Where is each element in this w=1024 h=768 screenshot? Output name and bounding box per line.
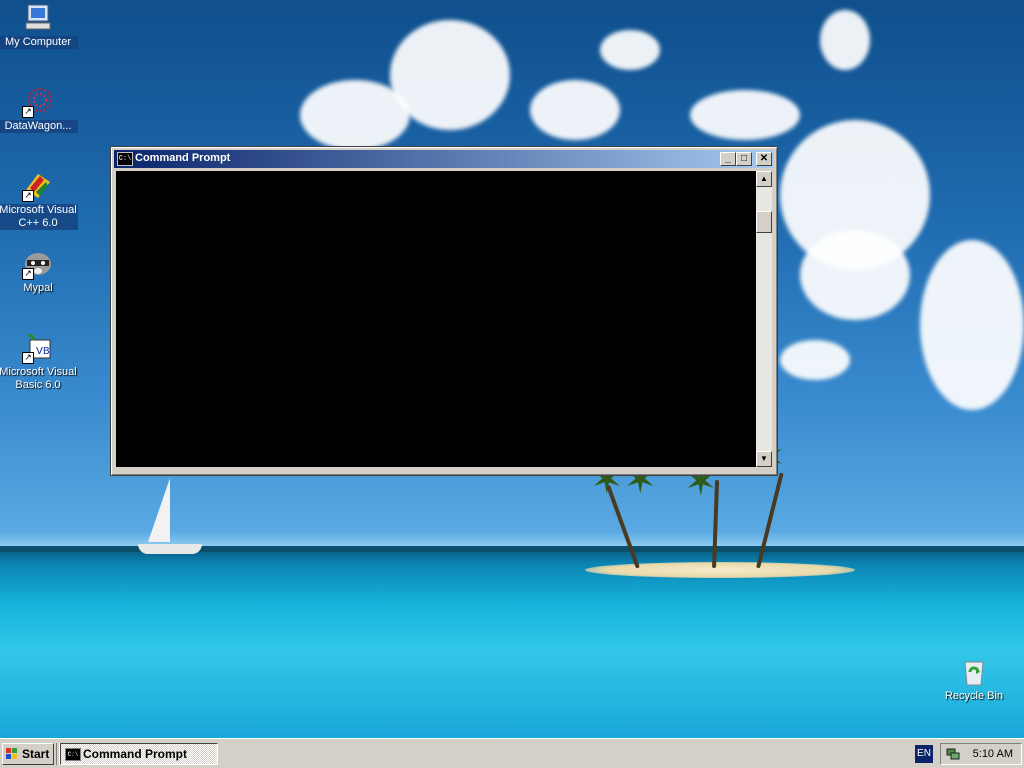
wallpaper-cloud — [530, 80, 620, 140]
wallpaper-cloud — [780, 340, 850, 380]
desktop-icon-label: DataWagon... — [0, 120, 78, 133]
taskbar-button-command-prompt[interactable]: C:\ Command Prompt — [60, 743, 218, 765]
system-tray: 5:10 AM — [940, 743, 1022, 765]
desktop-icon-label: Microsoft Visual Basic 6.0 — [0, 366, 77, 391]
wallpaper-cloud — [690, 90, 800, 140]
wallpaper-sailboat-hull — [138, 544, 202, 554]
windows-logo-icon — [6, 748, 18, 760]
cmd-icon[interactable]: C:\ — [117, 152, 133, 166]
maximize-button[interactable]: □ — [736, 152, 752, 166]
window-title: Command Prompt — [135, 152, 231, 164]
desktop-icon-label: Mypal — [23, 282, 53, 294]
desktop-icon-visual-basic[interactable]: VB ↗ Microsoft Visual Basic 6.0 — [0, 332, 78, 392]
desktop-icon-datawagon[interactable]: ↗ DataWagon... — [0, 86, 78, 133]
desktop-icon-label: My Computer — [0, 36, 78, 49]
shortcut-arrow-icon: ↗ — [22, 190, 34, 202]
scroll-up-icon[interactable]: ▲ — [756, 171, 772, 187]
start-button[interactable]: Start — [2, 743, 54, 765]
scroll-down-icon[interactable]: ▼ — [756, 451, 772, 467]
visual-basic-icon: VB ↗ — [22, 332, 54, 364]
visual-cpp-icon: ↗ — [22, 170, 54, 202]
wallpaper-sea — [0, 548, 1024, 738]
datawagon-icon: ↗ — [22, 86, 54, 118]
scrollbar-thumb[interactable] — [756, 211, 772, 233]
wallpaper-cloud — [820, 10, 870, 70]
my-computer-icon — [22, 2, 54, 34]
desktop-icon-label: Recycle Bin — [944, 690, 1004, 702]
cmd-icon: C:\ — [65, 748, 81, 761]
vertical-scrollbar[interactable]: ▲ ▼ — [756, 171, 772, 467]
shortcut-arrow-icon: ↗ — [22, 106, 34, 118]
taskbar: Start C:\ Command Prompt EN 5:10 AM — [0, 738, 1024, 768]
wallpaper-cloud — [600, 30, 660, 70]
close-button[interactable]: ✕ — [756, 152, 772, 166]
wallpaper-cloud — [920, 240, 1024, 410]
taskbar-button-label: Command Prompt — [83, 747, 188, 761]
shortcut-arrow-icon: ↗ — [22, 352, 34, 364]
console-output[interactable] — [116, 171, 756, 467]
shortcut-arrow-icon: ↗ — [22, 268, 34, 280]
wallpaper-sailboat — [148, 478, 170, 542]
command-prompt-window[interactable]: C:\ Command Prompt _ □ ✕ ▲ ▼ — [110, 146, 778, 476]
minimize-button[interactable]: _ — [720, 152, 736, 166]
desktop-icon-mypal[interactable]: ↗ Mypal — [0, 248, 78, 295]
language-indicator[interactable]: EN — [915, 745, 933, 763]
start-label: Start — [22, 747, 50, 761]
network-icon[interactable] — [946, 747, 960, 761]
desktop-icon-visual-cpp[interactable]: ↗ Microsoft Visual C++ 6.0 — [0, 170, 78, 230]
window-titlebar[interactable]: C:\ Command Prompt _ □ ✕ — [114, 150, 774, 168]
desktop-icon-recycle-bin[interactable]: Recycle Bin — [934, 656, 1014, 703]
desktop: ✶✶ ✶ ✶ My Computer ↗ DataWagon... — [0, 0, 1024, 738]
desktop-icon-label: Microsoft Visual C++ 6.0 — [0, 204, 78, 230]
wallpaper-island — [585, 562, 855, 578]
mypal-raccoon-icon: ↗ — [22, 248, 54, 280]
wallpaper-cloud — [300, 80, 410, 150]
svg-text:VB: VB — [36, 346, 50, 357]
desktop-icon-my-computer[interactable]: My Computer — [0, 2, 78, 49]
recycle-bin-icon — [958, 656, 990, 688]
clock[interactable]: 5:10 AM — [973, 748, 1013, 760]
wallpaper-cloud — [800, 230, 910, 320]
